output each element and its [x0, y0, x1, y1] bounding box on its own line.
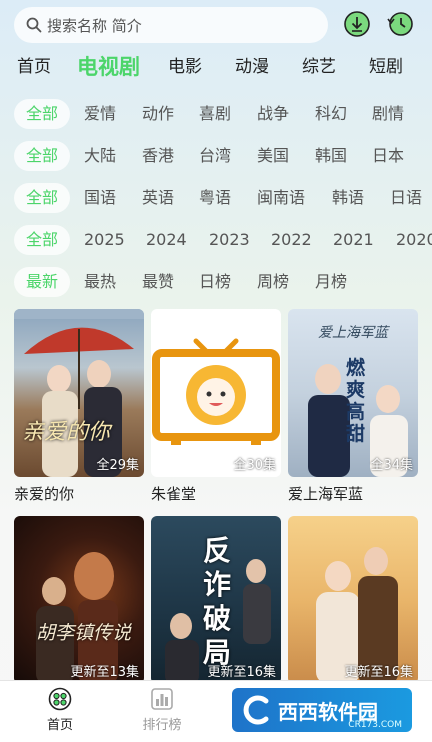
card-title: 亲爱的你 [14, 485, 75, 503]
nav-label: 排行榜 [142, 718, 182, 733]
poster-art [316, 547, 398, 684]
filter-row-language: 全部 国语 英语 粤语 闽南语 韩语 日语 [0, 183, 432, 213]
filter-chip[interactable]: 香港 [142, 141, 174, 171]
filter-chip[interactable]: 动作 [142, 99, 174, 129]
filter-chip[interactable]: 闽南语 [257, 183, 305, 213]
filter-chip[interactable]: 最新 [14, 267, 70, 297]
nav-label: 首页 [46, 718, 73, 733]
poster-image: 更新至16集 [288, 516, 418, 684]
filter-chip[interactable]: 美国 [257, 141, 289, 171]
filter-chip[interactable]: 全部 [14, 225, 70, 255]
filter-row-region: 全部 大陆 香港 台湾 美国 韩国 日本 [0, 141, 432, 171]
video-card[interactable]: 全30集 朱雀堂 [151, 309, 281, 504]
history-icon[interactable] [386, 10, 414, 38]
filter-chip[interactable]: 战争 [257, 99, 289, 129]
tab-variety[interactable]: 综艺 [302, 52, 336, 82]
poster-image: 爱上海军蓝 燃爽高甜 全34集 [288, 309, 418, 477]
filter-chip[interactable]: 剧情 [372, 99, 404, 129]
filter-chip[interactable]: 2024 [146, 225, 187, 255]
filter-chip[interactable]: 粤语 [199, 183, 231, 213]
category-tabs: 首页 电视剧 电影 动漫 综艺 短剧 [0, 52, 432, 84]
svg-text:爱上海军蓝: 爱上海军蓝 [318, 325, 390, 341]
download-icon[interactable] [343, 10, 371, 38]
filter-chip[interactable]: 国语 [84, 183, 116, 213]
poster-title-text: 燃爽高甜 [346, 357, 366, 445]
filter-chip[interactable]: 喜剧 [199, 99, 231, 129]
filter-chip[interactable]: 2023 [209, 225, 250, 255]
filter-chip[interactable]: 周榜 [257, 267, 289, 297]
poster-image: 反诈破局 更新至16集 [151, 516, 281, 684]
episode-badge: 全29集 [96, 458, 139, 473]
poster-art [14, 309, 144, 477]
poster-title-text: 亲爱的你 [22, 420, 111, 445]
filter-row-genre: 全部 爱情 动作 喜剧 战争 科幻 剧情 [0, 99, 432, 129]
poster-art [36, 552, 118, 684]
video-card[interactable]: 胡李镇传说 更新至13集 [14, 516, 144, 684]
filter-chip[interactable]: 2025 [84, 225, 125, 255]
filter-chip[interactable]: 2021 [333, 225, 374, 255]
filter-chip[interactable]: 日本 [372, 141, 404, 171]
poster-image: 全30集 [151, 309, 281, 477]
poster-image: 亲爱的你 全29集 [14, 309, 144, 477]
filter-chip[interactable]: 爱情 [84, 99, 116, 129]
filter-chip[interactable]: 全部 [14, 141, 70, 171]
filter-chip[interactable]: 台湾 [199, 141, 231, 171]
filter-chip[interactable]: 韩语 [332, 183, 364, 213]
filter-chip[interactable]: 科幻 [315, 99, 347, 129]
poster-title-text: 反诈破局 [203, 534, 232, 669]
filter-chip[interactable]: 日榜 [199, 267, 231, 297]
watermark-c-icon [243, 695, 269, 725]
episode-badge: 全34集 [370, 458, 413, 473]
filter-row-sort: 最新 最热 最赞 日榜 周榜 月榜 [0, 267, 432, 297]
filter-chip[interactable]: 全部 [14, 183, 70, 213]
video-card[interactable]: 亲爱的你 全29集 亲爱的你 [14, 309, 144, 504]
nav-ranking[interactable]: 排行榜 [122, 687, 202, 733]
filter-chip[interactable]: 2020 [396, 225, 432, 255]
nav-home[interactable]: 首页 [20, 687, 100, 733]
filter-chip[interactable]: 英语 [142, 183, 174, 213]
card-title: 朱雀堂 [151, 485, 197, 503]
filter-row-year: 全部 2025 2024 2023 2022 2021 2020 [0, 225, 432, 255]
poster-image: 胡李镇传说 更新至13集 [14, 516, 144, 684]
filter-chip[interactable]: 最赞 [142, 267, 174, 297]
poster-title-text: 胡李镇传说 [36, 622, 132, 644]
chart-icon [151, 688, 173, 710]
tab-anime[interactable]: 动漫 [235, 52, 269, 82]
episode-badge: 更新至16集 [207, 665, 276, 680]
search-input[interactable]: 搜索名称 简介 [14, 7, 328, 43]
filter-chip[interactable]: 最热 [84, 267, 116, 297]
tab-shorts[interactable]: 短剧 [369, 52, 403, 82]
tab-home[interactable]: 首页 [17, 52, 51, 82]
video-card[interactable]: 爱上海军蓝 燃爽高甜 全34集 爱上海军蓝 [288, 309, 418, 504]
watermark-sub: CR173.COM [348, 720, 402, 730]
home-icon [48, 687, 72, 711]
top-bar: 搜索名称 简介 [0, 0, 432, 50]
video-card[interactable]: 反诈破局 更新至16集 [151, 516, 281, 684]
filter-chip[interactable]: 大陆 [84, 141, 116, 171]
episode-badge: 全30集 [233, 458, 276, 473]
video-card[interactable]: 更新至16集 [288, 516, 418, 684]
search-icon [26, 17, 42, 33]
episode-badge: 更新至13集 [70, 665, 139, 680]
filter-chip[interactable]: 月榜 [315, 267, 347, 297]
episode-badge: 更新至16集 [344, 665, 413, 680]
filter-chip[interactable]: 韩国 [315, 141, 347, 171]
tab-tv-series[interactable]: 电视剧 [77, 52, 140, 82]
watermark-logo: 西西软件园 CR173.COM [232, 688, 412, 732]
tv-placeholder-icon [152, 338, 280, 445]
filter-chip[interactable]: 2022 [271, 225, 312, 255]
filter-chip[interactable]: 日语 [390, 183, 422, 213]
card-title: 爱上海军蓝 [288, 485, 364, 503]
filter-chip[interactable]: 全部 [14, 99, 70, 129]
tab-movies[interactable]: 电影 [168, 52, 202, 82]
search-placeholder: 搜索名称 简介 [47, 16, 142, 35]
